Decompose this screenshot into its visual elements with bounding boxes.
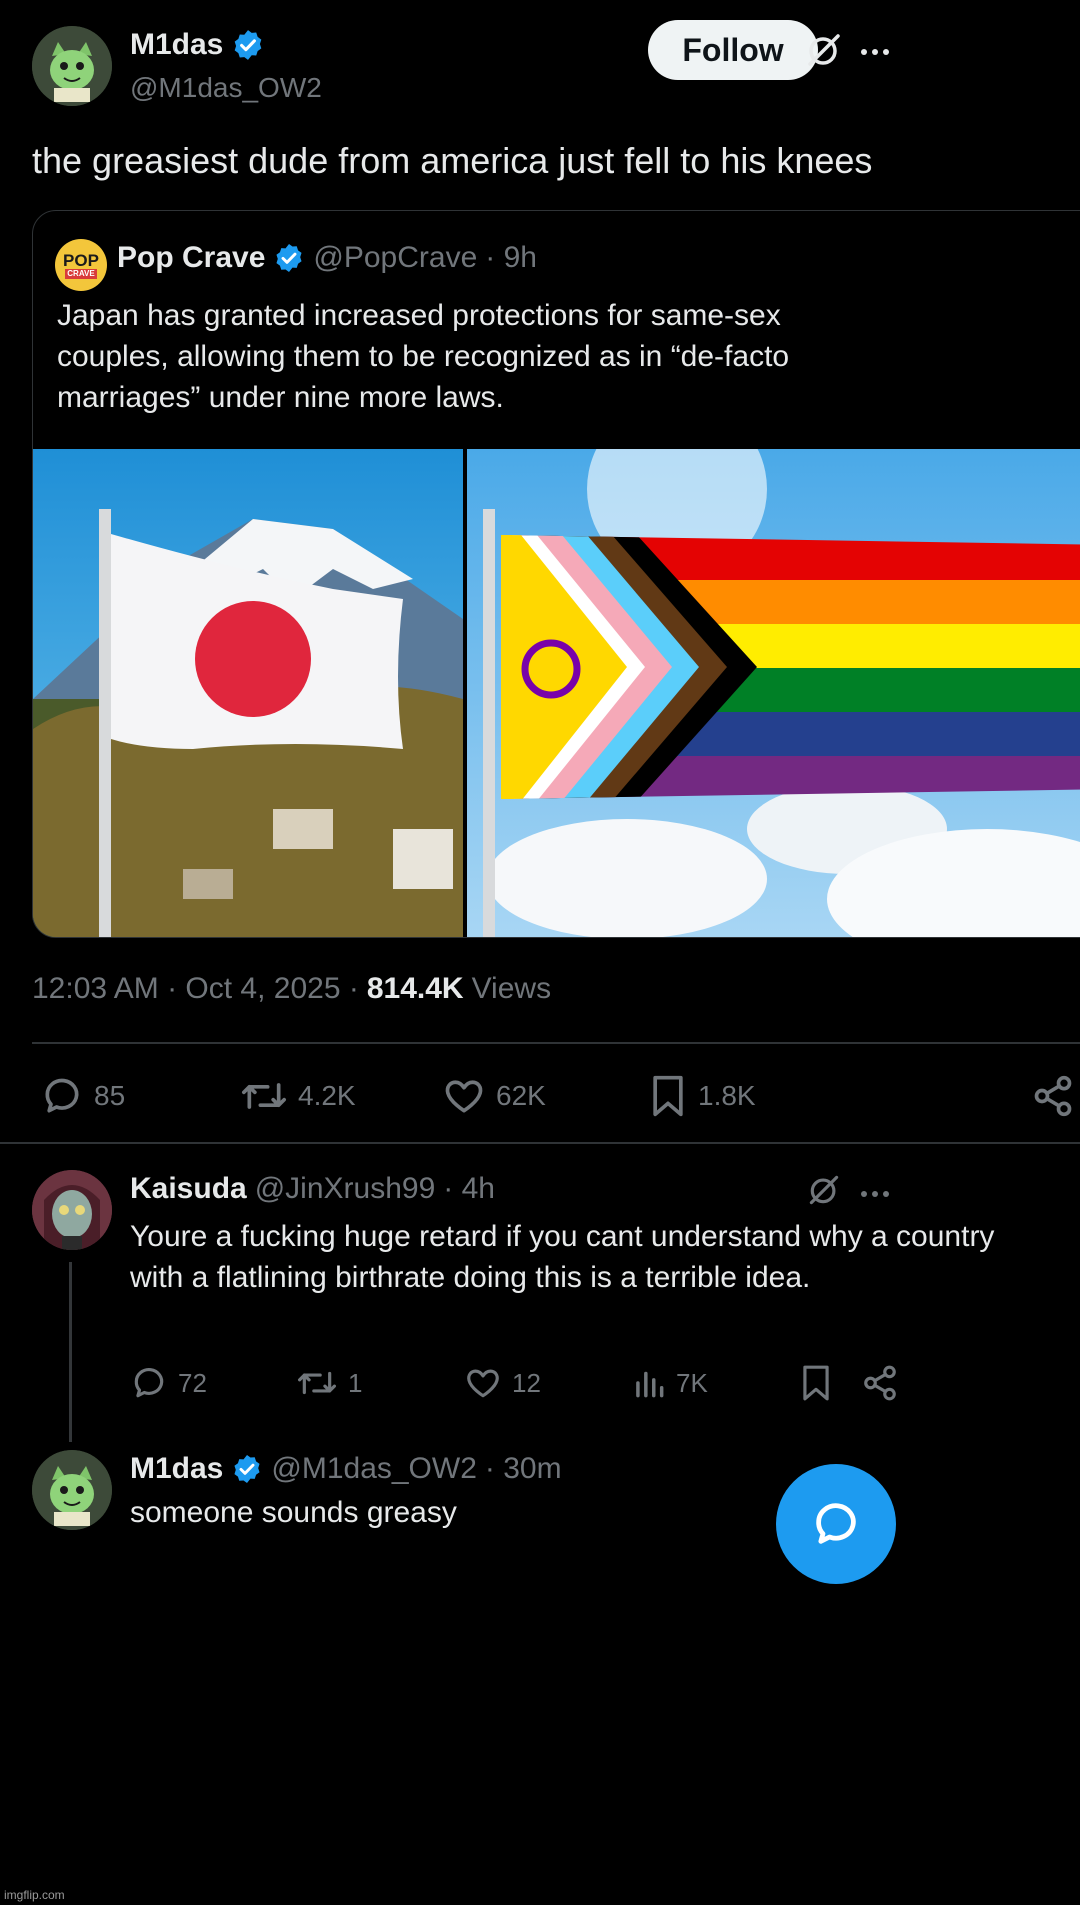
cat-avatar-icon (32, 26, 112, 106)
reply-button[interactable]: 85 (40, 1074, 125, 1118)
views-count: 7K (676, 1367, 708, 1398)
verified-badge-icon (276, 244, 302, 272)
like-button[interactable]: 12 (464, 1364, 541, 1402)
views-count: 814.4K (366, 972, 464, 1005)
cat-avatar-icon (32, 1450, 112, 1530)
reply-avatar[interactable] (32, 1450, 112, 1530)
more-options-icon[interactable] (860, 44, 890, 62)
quoted-author-name[interactable]: Pop Crave (117, 241, 265, 275)
repost-count: 4.2K (298, 1080, 356, 1111)
author-avatar[interactable] (32, 26, 112, 106)
quoted-tweet-card[interactable]: POP CRAVE Pop Crave @PopCrave · 9h Japan… (32, 210, 1080, 938)
compose-reply-button[interactable] (776, 1464, 896, 1584)
bookmark-button[interactable]: 1.8K (648, 1074, 756, 1118)
reply-author-handle[interactable]: @JinXrush99 (255, 1172, 436, 1206)
reply-avatar[interactable] (32, 1170, 112, 1250)
analytics-icon (636, 1371, 664, 1398)
repost-count: 1 (348, 1367, 363, 1398)
quoted-text: Japan has granted increased protections … (57, 299, 790, 414)
chat-bubble-icon (816, 1503, 856, 1544)
profile-avatar-icon (32, 1170, 112, 1250)
grok-icon[interactable] (806, 1172, 842, 1213)
divider (32, 1042, 1080, 1044)
japan-flag-image[interactable] (33, 449, 463, 937)
heart-icon (445, 1080, 483, 1113)
thread-line (69, 1262, 72, 1442)
reply-count: 72 (178, 1367, 207, 1398)
bookmark-icon[interactable] (800, 1364, 832, 1407)
divider (0, 1142, 1080, 1144)
repost-button[interactable]: 4.2K (240, 1074, 356, 1118)
reply-icon (134, 1368, 164, 1398)
pop-crave-logo: POP CRAVE (55, 239, 107, 291)
views-label: Views (471, 972, 552, 1005)
like-count: 62K (496, 1080, 546, 1111)
tweet-text: the greasiest dude from america just fel… (32, 140, 873, 181)
pride-flag-image[interactable] (467, 449, 1080, 937)
verified-badge-icon (234, 1455, 260, 1483)
author-name[interactable]: M1das (130, 28, 223, 62)
like-button[interactable]: 62K (442, 1074, 546, 1118)
tweet-meta: 12:03 AM · Oct 4, 2025 · 814.4K Views (32, 972, 551, 1006)
follow-button[interactable]: Follow (648, 20, 818, 80)
quoted-header: Pop Crave @PopCrave · 9h (117, 241, 537, 275)
reply-author-name[interactable]: M1das (130, 1452, 223, 1486)
reply-header: Kaisuda @JinXrush99 · 4h (130, 1172, 495, 1206)
reply-button[interactable]: 72 (130, 1364, 207, 1402)
repost-button[interactable]: 1 (296, 1364, 362, 1402)
reply-count: 85 (94, 1080, 126, 1111)
tweet-timestamp[interactable]: 12:03 AM · Oct 4, 2025 · (32, 972, 359, 1006)
watermark: imgflip.com (4, 1888, 65, 1902)
grok-icon[interactable] (804, 30, 844, 75)
author-handle[interactable]: @M1das_OW2 (130, 72, 322, 104)
reply-text: someone sounds greasy (130, 1496, 457, 1529)
share-icon[interactable] (1030, 1074, 1076, 1123)
reply-text: Youre a fucking huge retard if you cant … (130, 1220, 995, 1294)
reply-author-name[interactable]: Kaisuda (130, 1172, 247, 1206)
repost-icon (298, 1371, 336, 1395)
heart-icon (467, 1369, 499, 1398)
bookmark-icon (653, 1075, 683, 1117)
bookmark-count: 1.8K (698, 1080, 756, 1111)
reply-time: · 30m (484, 1452, 562, 1485)
author-name-row: M1das (130, 28, 265, 62)
views-button[interactable]: 7K (632, 1364, 708, 1402)
quoted-time: · 9h (485, 241, 537, 274)
verified-badge-icon (235, 30, 262, 60)
quoted-author-handle[interactable]: @PopCrave (313, 241, 477, 275)
logo-subtext: CRAVE (65, 268, 97, 279)
reply-author-handle[interactable]: @M1das_OW2 (271, 1452, 477, 1486)
repost-icon (241, 1083, 286, 1109)
share-icon[interactable] (860, 1364, 900, 1407)
reply-time: · 4h (443, 1172, 495, 1205)
reply-icon (45, 1078, 79, 1113)
reply-header: M1das @M1das_OW2 · 30m (130, 1452, 562, 1486)
more-options-icon[interactable] (860, 1186, 890, 1204)
logo-text: POP (63, 250, 99, 270)
like-count: 12 (512, 1367, 541, 1398)
